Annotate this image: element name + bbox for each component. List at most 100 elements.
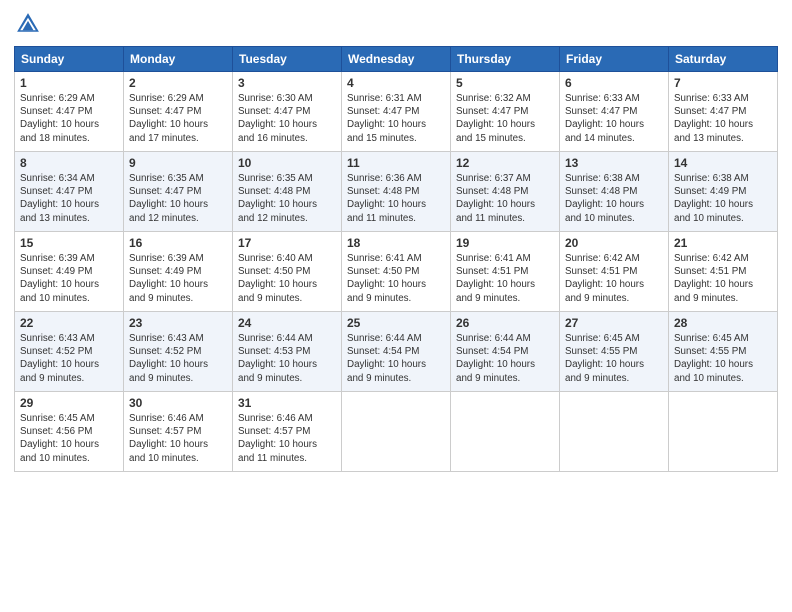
day-number: 1 xyxy=(20,76,118,90)
calendar-body: 1 Sunrise: 6:29 AM Sunset: 4:47 PM Dayli… xyxy=(15,72,778,472)
day-info: Sunrise: 6:44 AM Sunset: 4:53 PM Dayligh… xyxy=(238,332,336,385)
day-info: Sunrise: 6:36 AM Sunset: 4:48 PM Dayligh… xyxy=(347,172,445,225)
day-number: 12 xyxy=(456,156,554,170)
day-info: Sunrise: 6:37 AM Sunset: 4:48 PM Dayligh… xyxy=(456,172,554,225)
calendar-day-cell: 23 Sunrise: 6:43 AM Sunset: 4:52 PM Dayl… xyxy=(124,312,233,392)
day-info: Sunrise: 6:39 AM Sunset: 4:49 PM Dayligh… xyxy=(129,252,227,305)
calendar-day-cell: 19 Sunrise: 6:41 AM Sunset: 4:51 PM Dayl… xyxy=(451,232,560,312)
day-number: 3 xyxy=(238,76,336,90)
calendar-day-cell: 17 Sunrise: 6:40 AM Sunset: 4:50 PM Dayl… xyxy=(233,232,342,312)
calendar-day-cell xyxy=(669,392,778,472)
calendar-day-cell: 13 Sunrise: 6:38 AM Sunset: 4:48 PM Dayl… xyxy=(560,152,669,232)
calendar-day-cell: 30 Sunrise: 6:46 AM Sunset: 4:57 PM Dayl… xyxy=(124,392,233,472)
day-number: 29 xyxy=(20,396,118,410)
calendar-day-cell: 10 Sunrise: 6:35 AM Sunset: 4:48 PM Dayl… xyxy=(233,152,342,232)
calendar-day-cell: 31 Sunrise: 6:46 AM Sunset: 4:57 PM Dayl… xyxy=(233,392,342,472)
day-number: 15 xyxy=(20,236,118,250)
day-info: Sunrise: 6:38 AM Sunset: 4:48 PM Dayligh… xyxy=(565,172,663,225)
day-info: Sunrise: 6:32 AM Sunset: 4:47 PM Dayligh… xyxy=(456,92,554,145)
calendar-day-cell: 2 Sunrise: 6:29 AM Sunset: 4:47 PM Dayli… xyxy=(124,72,233,152)
calendar-day-cell: 6 Sunrise: 6:33 AM Sunset: 4:47 PM Dayli… xyxy=(560,72,669,152)
weekday-header-cell: Friday xyxy=(560,47,669,72)
calendar-day-cell: 4 Sunrise: 6:31 AM Sunset: 4:47 PM Dayli… xyxy=(342,72,451,152)
day-number: 4 xyxy=(347,76,445,90)
calendar-day-cell: 12 Sunrise: 6:37 AM Sunset: 4:48 PM Dayl… xyxy=(451,152,560,232)
calendar-week-row: 29 Sunrise: 6:45 AM Sunset: 4:56 PM Dayl… xyxy=(15,392,778,472)
day-info: Sunrise: 6:38 AM Sunset: 4:49 PM Dayligh… xyxy=(674,172,772,225)
day-number: 20 xyxy=(565,236,663,250)
calendar-day-cell: 1 Sunrise: 6:29 AM Sunset: 4:47 PM Dayli… xyxy=(15,72,124,152)
calendar-day-cell: 27 Sunrise: 6:45 AM Sunset: 4:55 PM Dayl… xyxy=(560,312,669,392)
day-number: 8 xyxy=(20,156,118,170)
calendar-day-cell: 18 Sunrise: 6:41 AM Sunset: 4:50 PM Dayl… xyxy=(342,232,451,312)
calendar-week-row: 22 Sunrise: 6:43 AM Sunset: 4:52 PM Dayl… xyxy=(15,312,778,392)
calendar-day-cell: 24 Sunrise: 6:44 AM Sunset: 4:53 PM Dayl… xyxy=(233,312,342,392)
day-number: 7 xyxy=(674,76,772,90)
calendar-day-cell: 22 Sunrise: 6:43 AM Sunset: 4:52 PM Dayl… xyxy=(15,312,124,392)
day-info: Sunrise: 6:45 AM Sunset: 4:56 PM Dayligh… xyxy=(20,412,118,465)
calendar-week-row: 8 Sunrise: 6:34 AM Sunset: 4:47 PM Dayli… xyxy=(15,152,778,232)
day-info: Sunrise: 6:30 AM Sunset: 4:47 PM Dayligh… xyxy=(238,92,336,145)
day-number: 28 xyxy=(674,316,772,330)
calendar-day-cell xyxy=(342,392,451,472)
calendar-day-cell: 21 Sunrise: 6:42 AM Sunset: 4:51 PM Dayl… xyxy=(669,232,778,312)
day-number: 11 xyxy=(347,156,445,170)
day-info: Sunrise: 6:34 AM Sunset: 4:47 PM Dayligh… xyxy=(20,172,118,225)
day-number: 22 xyxy=(20,316,118,330)
calendar-day-cell: 7 Sunrise: 6:33 AM Sunset: 4:47 PM Dayli… xyxy=(669,72,778,152)
calendar-day-cell: 25 Sunrise: 6:44 AM Sunset: 4:54 PM Dayl… xyxy=(342,312,451,392)
weekday-header-cell: Thursday xyxy=(451,47,560,72)
day-number: 26 xyxy=(456,316,554,330)
day-number: 14 xyxy=(674,156,772,170)
weekday-header-row: SundayMondayTuesdayWednesdayThursdayFrid… xyxy=(15,47,778,72)
calendar-day-cell: 16 Sunrise: 6:39 AM Sunset: 4:49 PM Dayl… xyxy=(124,232,233,312)
logo-icon xyxy=(14,10,42,38)
day-number: 18 xyxy=(347,236,445,250)
calendar-day-cell: 8 Sunrise: 6:34 AM Sunset: 4:47 PM Dayli… xyxy=(15,152,124,232)
logo xyxy=(14,10,44,38)
calendar-day-cell: 3 Sunrise: 6:30 AM Sunset: 4:47 PM Dayli… xyxy=(233,72,342,152)
calendar-day-cell: 29 Sunrise: 6:45 AM Sunset: 4:56 PM Dayl… xyxy=(15,392,124,472)
day-number: 16 xyxy=(129,236,227,250)
weekday-header-cell: Wednesday xyxy=(342,47,451,72)
day-info: Sunrise: 6:42 AM Sunset: 4:51 PM Dayligh… xyxy=(674,252,772,305)
day-info: Sunrise: 6:44 AM Sunset: 4:54 PM Dayligh… xyxy=(347,332,445,385)
day-number: 17 xyxy=(238,236,336,250)
day-info: Sunrise: 6:42 AM Sunset: 4:51 PM Dayligh… xyxy=(565,252,663,305)
day-number: 10 xyxy=(238,156,336,170)
day-info: Sunrise: 6:35 AM Sunset: 4:47 PM Dayligh… xyxy=(129,172,227,225)
day-info: Sunrise: 6:46 AM Sunset: 4:57 PM Dayligh… xyxy=(238,412,336,465)
day-info: Sunrise: 6:45 AM Sunset: 4:55 PM Dayligh… xyxy=(674,332,772,385)
day-info: Sunrise: 6:40 AM Sunset: 4:50 PM Dayligh… xyxy=(238,252,336,305)
day-number: 19 xyxy=(456,236,554,250)
day-info: Sunrise: 6:45 AM Sunset: 4:55 PM Dayligh… xyxy=(565,332,663,385)
day-number: 31 xyxy=(238,396,336,410)
day-number: 30 xyxy=(129,396,227,410)
day-info: Sunrise: 6:41 AM Sunset: 4:50 PM Dayligh… xyxy=(347,252,445,305)
weekday-header-cell: Saturday xyxy=(669,47,778,72)
day-info: Sunrise: 6:31 AM Sunset: 4:47 PM Dayligh… xyxy=(347,92,445,145)
day-info: Sunrise: 6:35 AM Sunset: 4:48 PM Dayligh… xyxy=(238,172,336,225)
day-number: 21 xyxy=(674,236,772,250)
day-info: Sunrise: 6:43 AM Sunset: 4:52 PM Dayligh… xyxy=(129,332,227,385)
calendar-day-cell: 20 Sunrise: 6:42 AM Sunset: 4:51 PM Dayl… xyxy=(560,232,669,312)
day-number: 2 xyxy=(129,76,227,90)
day-number: 23 xyxy=(129,316,227,330)
calendar-day-cell: 14 Sunrise: 6:38 AM Sunset: 4:49 PM Dayl… xyxy=(669,152,778,232)
day-info: Sunrise: 6:41 AM Sunset: 4:51 PM Dayligh… xyxy=(456,252,554,305)
day-number: 24 xyxy=(238,316,336,330)
day-info: Sunrise: 6:33 AM Sunset: 4:47 PM Dayligh… xyxy=(565,92,663,145)
day-info: Sunrise: 6:33 AM Sunset: 4:47 PM Dayligh… xyxy=(674,92,772,145)
calendar-table: SundayMondayTuesdayWednesdayThursdayFrid… xyxy=(14,46,778,472)
weekday-header-cell: Tuesday xyxy=(233,47,342,72)
day-info: Sunrise: 6:46 AM Sunset: 4:57 PM Dayligh… xyxy=(129,412,227,465)
day-number: 25 xyxy=(347,316,445,330)
day-info: Sunrise: 6:44 AM Sunset: 4:54 PM Dayligh… xyxy=(456,332,554,385)
page-container: SundayMondayTuesdayWednesdayThursdayFrid… xyxy=(0,0,792,482)
day-info: Sunrise: 6:43 AM Sunset: 4:52 PM Dayligh… xyxy=(20,332,118,385)
day-number: 27 xyxy=(565,316,663,330)
calendar-week-row: 15 Sunrise: 6:39 AM Sunset: 4:49 PM Dayl… xyxy=(15,232,778,312)
calendar-day-cell: 15 Sunrise: 6:39 AM Sunset: 4:49 PM Dayl… xyxy=(15,232,124,312)
day-number: 6 xyxy=(565,76,663,90)
calendar-day-cell: 26 Sunrise: 6:44 AM Sunset: 4:54 PM Dayl… xyxy=(451,312,560,392)
